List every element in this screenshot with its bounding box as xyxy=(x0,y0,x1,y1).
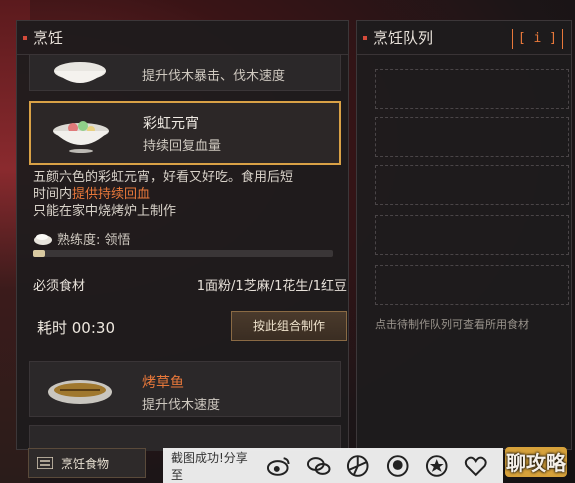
cook-food-label: 烹饪食物 xyxy=(61,456,110,471)
proficiency-icon xyxy=(34,233,52,245)
food-effect: 持续回复血量 xyxy=(143,139,222,154)
cooking-queue-panel: 烹饪队列 [ i ] 点击待制作队列可查看所用食材 xyxy=(356,20,572,450)
header-dot-icon xyxy=(23,35,27,40)
queue-slot[interactable] xyxy=(375,215,569,255)
cook-food-button[interactable]: 烹饪食物 xyxy=(28,448,146,478)
food-effect: 提升伐木暴击、伐木速度 xyxy=(142,69,286,84)
food-name: 彩虹元宵 xyxy=(143,116,199,132)
proficiency: 熟练度: 领悟 xyxy=(33,229,131,248)
food-card-partial[interactable]: 提升伐木暴击、伐木速度 xyxy=(29,55,341,91)
list-icon xyxy=(37,457,53,469)
wechat-icon[interactable] xyxy=(306,453,331,479)
queue-slot[interactable] xyxy=(375,265,569,305)
info-button[interactable]: [ i ] xyxy=(511,29,563,49)
food-effect: 提升伐木速度 xyxy=(142,398,221,413)
queue-panel-header: 烹饪队列 [ i ] xyxy=(357,21,571,55)
make-combination-button[interactable]: 按此组合制作 xyxy=(231,311,347,341)
ingredients-label: 必须食材 xyxy=(33,279,86,294)
queue-panel-title: 烹饪队列 xyxy=(373,29,434,47)
ingredients-value: 1面粉/1芝麻/1花生/1红豆 xyxy=(196,279,347,294)
food-bowl-icon xyxy=(54,62,106,83)
description-line: 只能在家中烧烤炉上制作 xyxy=(33,204,177,219)
qzone-icon[interactable] xyxy=(424,453,449,479)
queue-slot[interactable] xyxy=(375,117,569,157)
proficiency-label: 熟练度: 领悟 xyxy=(57,233,131,248)
header-dot-icon xyxy=(363,35,367,40)
rainbow-yuanxiao-bowl-icon xyxy=(53,121,109,153)
cook-time-label: 耗时 00:30 xyxy=(37,319,115,337)
share-label: 截图成功!分享至 xyxy=(171,450,248,482)
moments-icon[interactable] xyxy=(345,453,370,479)
cooking-panel-title: 烹饪 xyxy=(33,29,64,47)
time-row: 耗时 00:30 按此组合制作 xyxy=(33,311,353,343)
food-description: 五颜六色的彩虹元宵，好看又好吃。食用后短 时间内提供持续回血 只能在家中烧烤炉上… xyxy=(33,169,353,220)
ingredients-row: 必须食材 1面粉/1芝麻/1花生/1红豆 xyxy=(33,271,353,299)
description-line: 五颜六色的彩虹元宵，好看又好吃。食用后短 xyxy=(33,170,294,185)
cooking-panel: 烹饪 提升伐木暴击、伐木速度 彩虹元宵 持续回复血量 五颜六色的彩虹元宵，好看又… xyxy=(16,20,349,451)
food-card-selected[interactable]: 彩虹元宵 持续回复血量 xyxy=(29,101,341,165)
food-name: 烤草鱼 xyxy=(142,375,184,391)
description-text: 时间内 xyxy=(33,187,73,202)
share-bar: 截图成功!分享至 xyxy=(163,448,503,483)
food-card[interactable]: 烤草鱼 提升伐木速度 xyxy=(29,361,341,417)
description-highlight: 提供持续回血 xyxy=(72,187,151,202)
heart-icon[interactable] xyxy=(463,453,488,479)
queue-hint: 点击待制作队列可查看所用食材 xyxy=(375,318,529,331)
queue-slot[interactable] xyxy=(375,165,569,205)
qq-icon[interactable] xyxy=(385,453,410,479)
weibo-icon[interactable] xyxy=(266,453,291,479)
proficiency-bar-fill xyxy=(33,250,45,257)
description-line: 时间内提供持续回血 xyxy=(33,186,353,203)
grilled-fish-icon xyxy=(48,380,112,404)
watermark: 聊攻略 xyxy=(506,450,566,475)
proficiency-bar xyxy=(33,250,333,257)
queue-slot[interactable] xyxy=(375,69,569,109)
